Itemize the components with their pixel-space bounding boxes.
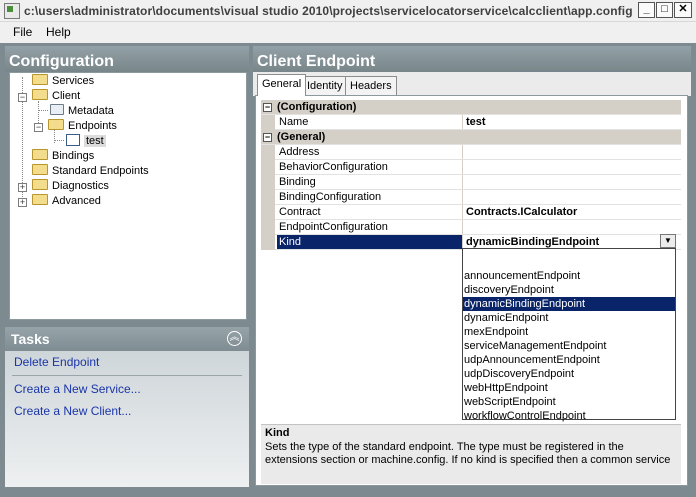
dropdown-option[interactable]	[463, 255, 675, 269]
dropdown-option[interactable]: workflowControlEndpoint	[463, 409, 675, 423]
tree-item-metadata[interactable]: Metadata	[50, 104, 114, 119]
dropdown-option[interactable]: discoveryEndpoint	[463, 283, 675, 297]
category-configuration[interactable]: − (Configuration)	[261, 100, 681, 115]
folder-icon	[32, 194, 48, 205]
dropdown-option[interactable]: dynamicBindingEndpoint	[463, 297, 675, 311]
maximize-button[interactable]: □	[656, 2, 673, 18]
folder-icon	[32, 74, 48, 85]
tab-general[interactable]: General	[257, 74, 307, 96]
configuration-title: Configuration	[5, 46, 249, 72]
app-icon	[4, 3, 20, 19]
collapse-icon[interactable]: −	[263, 133, 272, 142]
property-row[interactable]: BindingConfiguration	[261, 190, 681, 205]
client-endpoint-title: Client Endpoint	[253, 46, 691, 72]
tree-item-bindings[interactable]: Bindings	[32, 149, 94, 164]
help-title: Kind	[265, 427, 290, 439]
tree-item-test[interactable]: test	[66, 134, 106, 149]
collapse-icon[interactable]: −	[34, 123, 43, 132]
dropdown-option[interactable]: serviceManagementEndpoint	[463, 339, 675, 353]
tree-item-services[interactable]: Services	[32, 74, 94, 89]
folder-icon	[32, 164, 48, 175]
folder-icon	[32, 149, 48, 160]
tab-identity[interactable]: Identity	[302, 76, 348, 96]
close-button[interactable]: ✕	[674, 2, 692, 18]
dropdown-option[interactable]: udpDiscoveryEndpoint	[463, 367, 675, 381]
create-service-link[interactable]: Create a New Service...	[14, 382, 141, 396]
expand-icon[interactable]: +	[18, 183, 27, 192]
tree-item-client[interactable]: Client	[32, 89, 80, 104]
minimize-button[interactable]: _	[638, 2, 655, 18]
property-row[interactable]: Contract Contracts.ICalculator	[261, 205, 681, 220]
property-row[interactable]: BehaviorConfiguration	[261, 160, 681, 175]
menu-bar	[0, 22, 696, 43]
folder-icon	[32, 89, 48, 100]
dropdown-option[interactable]: mexEndpoint	[463, 325, 675, 339]
property-row[interactable]: Address	[261, 145, 681, 160]
category-general[interactable]: − (General)	[261, 130, 681, 145]
tab-headers[interactable]: Headers	[345, 76, 397, 96]
help-panel: Kind Sets the type of the standard endpo…	[261, 424, 681, 484]
help-description: Sets the type of the standard endpoint. …	[265, 441, 671, 466]
menu-file[interactable]: File	[13, 25, 32, 39]
metadata-icon	[50, 104, 64, 115]
dropdown-option[interactable]: udpAnnouncementEndpoint	[463, 353, 675, 367]
tree-item-advanced[interactable]: Advanced	[32, 194, 101, 209]
tree-item-standard-endpoints[interactable]: Standard Endpoints	[32, 164, 149, 179]
expand-icon[interactable]: +	[18, 198, 27, 207]
endpoint-icon	[66, 134, 80, 146]
menu-help[interactable]: Help	[46, 25, 71, 39]
property-row[interactable]: Binding	[261, 175, 681, 190]
collapse-icon[interactable]: −	[263, 103, 272, 112]
tasks-divider	[12, 375, 242, 376]
dropdown-option[interactable]: announcementEndpoint	[463, 269, 675, 283]
chevron-up-icon[interactable]: ︽	[227, 331, 242, 346]
dropdown-option[interactable]: webScriptEndpoint	[463, 395, 675, 409]
delete-endpoint-link[interactable]: Delete Endpoint	[14, 355, 99, 369]
property-row[interactable]: EndpointConfiguration	[261, 220, 681, 235]
tasks-title: Tasks	[5, 327, 249, 351]
dropdown-arrow-icon[interactable]: ▼	[660, 234, 676, 248]
kind-dropdown-list[interactable]: announcementEndpoint discoveryEndpoint dyn…	[462, 248, 676, 423]
window-title: c:\users\administrator\documents\visual …	[24, 4, 636, 18]
collapse-icon[interactable]: −	[18, 93, 27, 102]
create-client-link[interactable]: Create a New Client...	[14, 404, 131, 418]
dropdown-option[interactable]: dynamicEndpoint	[463, 311, 675, 325]
property-row[interactable]: Name test	[261, 115, 681, 130]
tree-item-diagnostics[interactable]: Diagnostics	[32, 179, 109, 194]
tree-item-endpoints[interactable]: Endpoints	[48, 119, 117, 134]
folder-icon	[48, 119, 64, 130]
folder-icon	[32, 179, 48, 190]
dropdown-option[interactable]: webHttpEndpoint	[463, 381, 675, 395]
config-tree[interactable]: Services − Client Metadata − Endpoints t…	[9, 72, 247, 320]
